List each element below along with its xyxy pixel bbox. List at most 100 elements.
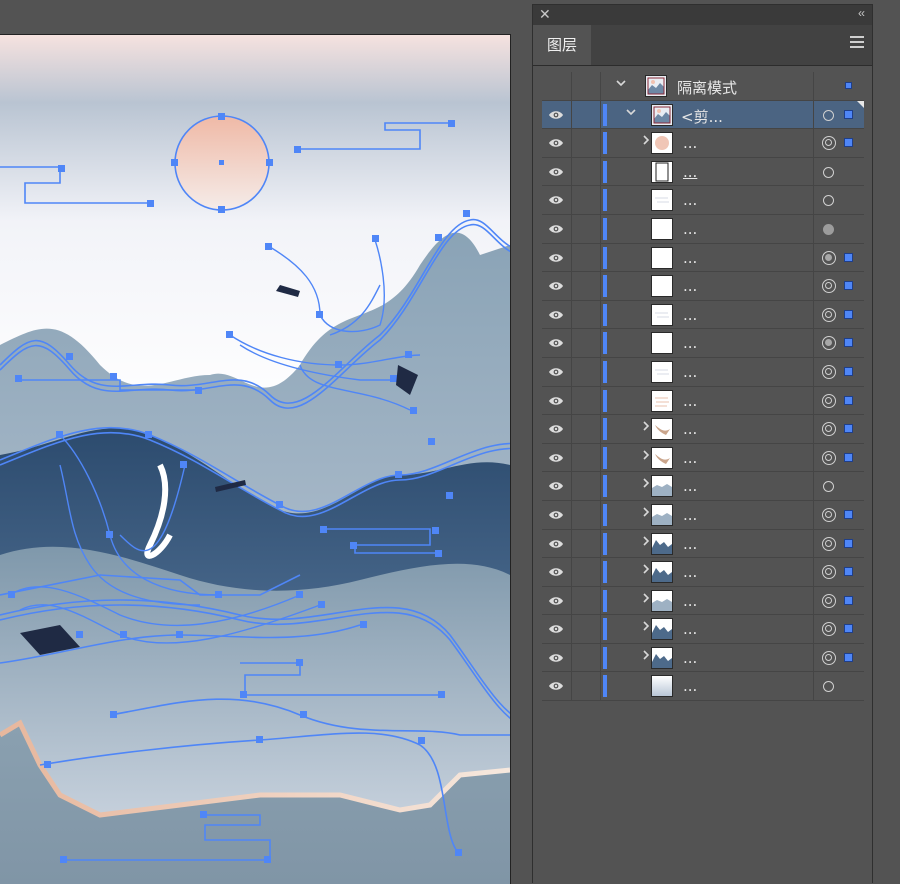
- target-icon[interactable]: [822, 622, 836, 637]
- layer-row[interactable]: ...: [542, 643, 864, 673]
- visibility-toggle[interactable]: [542, 672, 572, 701]
- layer-name-cell[interactable]: ...: [610, 443, 814, 472]
- close-icon[interactable]: ✕: [539, 6, 551, 23]
- layer-name-cell[interactable]: ...: [610, 615, 814, 643]
- layer-name-cell[interactable]: ...: [610, 586, 814, 615]
- artwork-canvas[interactable]: [0, 35, 510, 884]
- layer-row[interactable]: ...: [542, 157, 864, 187]
- selection-indicator-icon[interactable]: [844, 281, 853, 291]
- layer-row[interactable]: ...: [542, 415, 864, 444]
- lock-toggle[interactable]: [571, 529, 601, 558]
- layer-name-cell[interactable]: ...: [610, 300, 814, 329]
- lock-toggle[interactable]: [571, 615, 601, 643]
- target-icon[interactable]: [822, 565, 836, 580]
- layer-name-cell[interactable]: ...: [610, 472, 814, 500]
- layer-row[interactable]: ...: [542, 558, 864, 587]
- target-icon[interactable]: [822, 279, 836, 294]
- target-icon[interactable]: [822, 250, 836, 265]
- visibility-toggle[interactable]: [542, 357, 572, 386]
- lock-toggle[interactable]: [571, 157, 601, 186]
- layer-row[interactable]: ...: [542, 243, 864, 273]
- layer-name-cell[interactable]: ...: [610, 129, 814, 157]
- lock-toggle[interactable]: [571, 500, 601, 529]
- layer-name-cell[interactable]: ...: [610, 558, 814, 586]
- visibility-toggle[interactable]: [542, 500, 572, 529]
- visibility-toggle[interactable]: [542, 329, 572, 357]
- layer-row[interactable]: ...: [542, 500, 864, 530]
- lock-toggle[interactable]: [571, 386, 601, 415]
- layer-row[interactable]: ...: [542, 272, 864, 301]
- visibility-toggle[interactable]: [542, 186, 572, 214]
- lock-toggle[interactable]: [571, 214, 601, 243]
- selection-indicator-icon[interactable]: [844, 138, 853, 148]
- layer-row[interactable]: ...: [542, 186, 864, 215]
- layer-row[interactable]: ...: [542, 472, 864, 501]
- visibility-toggle[interactable]: [542, 643, 572, 672]
- lock-toggle[interactable]: [571, 72, 601, 100]
- layer-row[interactable]: 隔离模式: [542, 72, 864, 101]
- lock-toggle[interactable]: [571, 272, 601, 300]
- selection-indicator-icon[interactable]: [845, 82, 852, 89]
- target-icon[interactable]: [822, 536, 836, 551]
- lock-toggle[interactable]: [571, 443, 601, 472]
- target-icon[interactable]: [822, 450, 836, 465]
- selection-indicator-icon[interactable]: [844, 509, 853, 519]
- layer-name-cell[interactable]: ...: [610, 157, 814, 186]
- visibility-toggle[interactable]: [542, 300, 572, 329]
- target-icon[interactable]: [822, 422, 836, 437]
- target-icon[interactable]: [823, 166, 834, 178]
- lock-toggle[interactable]: [571, 129, 601, 157]
- visibility-toggle[interactable]: [542, 272, 572, 300]
- lock-toggle[interactable]: [571, 100, 601, 129]
- layer-row[interactable]: ...: [542, 214, 864, 244]
- visibility-toggle[interactable]: [542, 472, 572, 500]
- target-icon[interactable]: [822, 307, 836, 322]
- selection-indicator-icon[interactable]: [844, 309, 853, 319]
- target-icon[interactable]: [822, 393, 836, 408]
- artboard[interactable]: [0, 34, 511, 884]
- tab-layers[interactable]: 图层: [533, 25, 591, 65]
- layer-row[interactable]: ...: [542, 357, 864, 387]
- selection-indicator-icon[interactable]: [844, 652, 853, 662]
- layer-name-cell[interactable]: ...: [610, 186, 814, 214]
- target-icon[interactable]: [823, 195, 834, 207]
- target-icon[interactable]: [823, 223, 834, 235]
- layer-name-cell[interactable]: ...: [610, 272, 814, 300]
- layer-name-cell[interactable]: ...: [610, 243, 814, 272]
- lock-toggle[interactable]: [571, 643, 601, 672]
- target-icon[interactable]: [822, 650, 836, 665]
- selection-indicator-icon[interactable]: [844, 567, 853, 577]
- selection-indicator-icon[interactable]: [844, 624, 853, 634]
- lock-toggle[interactable]: [571, 300, 601, 329]
- selection-indicator-icon[interactable]: [844, 252, 853, 262]
- target-icon[interactable]: [823, 681, 834, 693]
- hamburger-menu-icon[interactable]: [850, 36, 864, 48]
- chevron-down-icon[interactable]: [625, 106, 637, 121]
- layer-row[interactable]: <剪...: [542, 100, 864, 130]
- target-icon[interactable]: [822, 593, 836, 608]
- visibility-toggle[interactable]: [542, 415, 572, 443]
- visibility-toggle[interactable]: [542, 529, 572, 558]
- lock-toggle[interactable]: [571, 472, 601, 500]
- layer-name-cell[interactable]: ...: [610, 500, 814, 529]
- layer-name-cell[interactable]: ...: [610, 529, 814, 558]
- target-icon[interactable]: [823, 109, 834, 121]
- lock-toggle[interactable]: [571, 243, 601, 272]
- selection-indicator-icon[interactable]: [844, 452, 853, 462]
- selection-indicator-icon[interactable]: [844, 395, 853, 405]
- layer-name-cell[interactable]: ...: [610, 672, 814, 701]
- lock-toggle[interactable]: [571, 415, 601, 443]
- visibility-toggle[interactable]: [542, 386, 572, 415]
- layer-name-cell[interactable]: 隔离模式: [610, 72, 814, 100]
- lock-toggle[interactable]: [571, 186, 601, 214]
- lock-toggle[interactable]: [571, 357, 601, 386]
- visibility-toggle[interactable]: [542, 129, 572, 157]
- layer-name-cell[interactable]: ...: [610, 415, 814, 443]
- target-icon[interactable]: [822, 336, 836, 351]
- lock-toggle[interactable]: [571, 329, 601, 357]
- layer-row[interactable]: ...: [542, 329, 864, 358]
- chevron-down-icon[interactable]: [615, 77, 627, 92]
- layer-row[interactable]: ...: [542, 672, 864, 702]
- target-icon[interactable]: [822, 507, 836, 522]
- layer-name-cell[interactable]: ...: [610, 386, 814, 415]
